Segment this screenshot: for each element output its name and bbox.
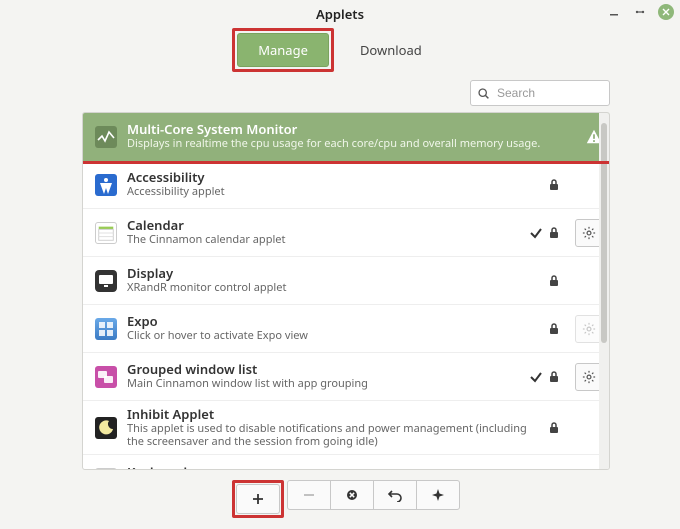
list-item[interactable]: Multi-Core System Monitor Displays in re… <box>83 113 609 161</box>
list-item[interactable]: Expo Click or hover to activate Expo vie… <box>83 305 609 353</box>
action-bar <box>82 480 610 518</box>
uninstall-button[interactable] <box>330 480 374 510</box>
list-item[interactable]: Accessibility Accessibility applet <box>83 161 609 209</box>
gear-icon <box>582 370 596 384</box>
add-button[interactable] <box>236 484 280 514</box>
applet-desc: XRandR monitor control applet <box>127 281 537 294</box>
gear-icon <box>582 226 596 240</box>
search-wrap <box>0 72 680 112</box>
scrollbar-thumb[interactable] <box>601 123 607 343</box>
window-list-icon <box>95 366 117 388</box>
applet-desc: This applet is used to disable notificat… <box>127 422 537 448</box>
cancel-icon <box>345 488 359 502</box>
plus-icon <box>251 492 265 506</box>
gear-icon <box>582 322 596 336</box>
list-item[interactable]: Grouped window list Main Cinnamon window… <box>83 353 609 401</box>
undo-icon <box>387 488 403 502</box>
applet-name: Multi-Core System Monitor <box>127 122 575 137</box>
applet-name: Grouped window list <box>127 362 519 377</box>
applet-desc: Accessibility applet <box>127 185 537 198</box>
applet-name: Keyboard <box>127 465 519 469</box>
applet-name: Expo <box>127 314 537 329</box>
scrollbar[interactable] <box>599 113 609 469</box>
lock-icon <box>547 274 561 288</box>
restore-button[interactable] <box>373 480 417 510</box>
list-item[interactable]: 1 2 Keyboard Keyboard layout <box>83 455 609 469</box>
applet-desc: Click or hover to activate Expo view <box>127 329 537 342</box>
lock-icon <box>547 178 561 192</box>
minimize-button[interactable] <box>606 4 622 20</box>
add-button-highlight <box>232 480 284 518</box>
sparkle-icon <box>431 488 445 502</box>
inhibit-icon <box>95 417 117 439</box>
window-controls <box>606 4 674 20</box>
accessibility-icon <box>95 174 117 196</box>
list-item[interactable]: Inhibit Applet This applet is used to di… <box>83 401 609 455</box>
monitor-icon <box>95 126 117 148</box>
keyboard-icon: 1 2 <box>95 468 117 469</box>
applet-name: Inhibit Applet <box>127 407 537 422</box>
expo-icon <box>95 318 117 340</box>
list-item[interactable]: Display XRandR monitor control applet <box>83 257 609 305</box>
lock-icon <box>547 421 561 435</box>
check-icon <box>529 226 543 240</box>
titlebar: Applets <box>0 0 680 28</box>
tab-download[interactable]: Download <box>339 33 443 67</box>
tab-download-wrap: Download <box>334 28 448 72</box>
lock-icon <box>547 322 561 336</box>
maximize-button[interactable] <box>632 4 648 20</box>
window-title: Applets <box>316 5 364 23</box>
tab-manage-highlight: Manage <box>232 28 334 72</box>
applet-name: Accessibility <box>127 170 537 185</box>
search-box[interactable] <box>470 80 610 106</box>
remove-button[interactable] <box>287 480 331 510</box>
more-button[interactable] <box>416 480 460 510</box>
calendar-icon <box>95 222 117 244</box>
tab-manage[interactable]: Manage <box>237 33 329 67</box>
search-icon <box>477 87 490 100</box>
applet-list: Multi-Core System Monitor Displays in re… <box>82 112 610 470</box>
minus-icon <box>302 488 316 502</box>
lock-icon <box>547 370 561 384</box>
lock-icon <box>547 226 561 240</box>
list-item[interactable]: Calendar The Cinnamon calendar applet <box>83 209 609 257</box>
applet-name: Calendar <box>127 218 519 233</box>
applet-name: Display <box>127 266 537 281</box>
close-button[interactable] <box>658 4 674 20</box>
check-icon <box>529 370 543 384</box>
applet-desc: Main Cinnamon window list with app group… <box>127 377 519 390</box>
display-icon <box>95 270 117 292</box>
tab-bar: Manage Download <box>0 28 680 72</box>
applet-desc: Displays in realtime the cpu usage for e… <box>127 137 575 150</box>
search-input[interactable] <box>495 85 603 101</box>
applet-desc: The Cinnamon calendar applet <box>127 233 519 246</box>
